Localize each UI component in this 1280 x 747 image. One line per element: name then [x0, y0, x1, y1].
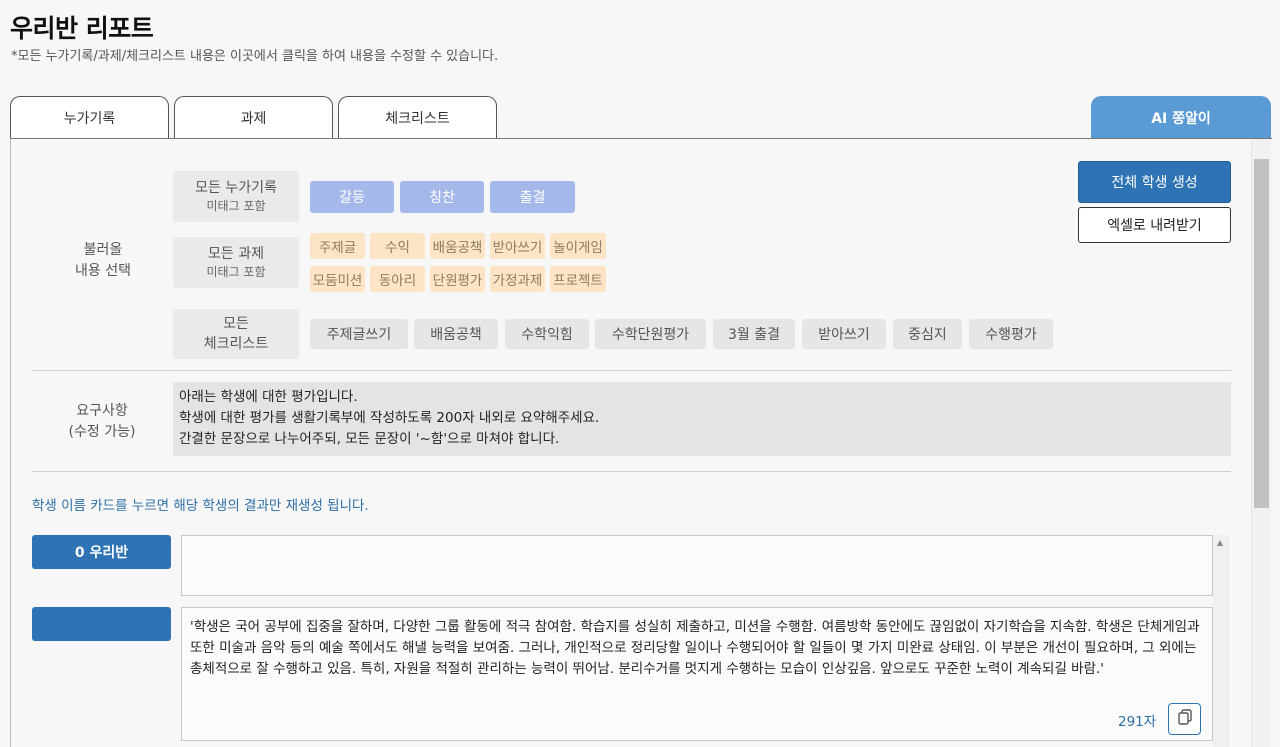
- assignment-tag[interactable]: 가정과제: [490, 266, 545, 292]
- regenerate-hint: 학생 이름 카드를 누르면 해당 학생의 결과만 재생성 됩니다.: [32, 498, 369, 514]
- tab-ai-assistant[interactable]: AI 쫑알이: [1091, 96, 1271, 139]
- tab-assignments[interactable]: 과제: [174, 96, 333, 139]
- all-records-sublabel: 미태그 포함: [206, 199, 266, 213]
- checklist-tag[interactable]: 배움공책: [414, 319, 498, 349]
- record-tag-conflict[interactable]: 갈등: [310, 181, 394, 213]
- assignment-tag[interactable]: 모둠미션: [310, 266, 365, 292]
- checklist-tag[interactable]: 받아쓰기: [802, 319, 886, 349]
- all-assignments-sublabel: 미태그 포함: [206, 265, 266, 279]
- assignment-tag[interactable]: 배움공책: [430, 233, 485, 259]
- student-card[interactable]: [32, 607, 171, 641]
- assignment-tag[interactable]: 받아쓰기: [490, 233, 545, 259]
- section-divider: [32, 370, 1231, 371]
- student-result-box[interactable]: [181, 535, 1213, 596]
- request-textarea[interactable]: 아래는 학생에 대한 평가입니다. 학생에 대한 평가를 생활기록부에 작성하도…: [173, 382, 1231, 456]
- assignment-tag[interactable]: 수익: [370, 233, 425, 259]
- all-assignments-label: 모든 과제: [208, 246, 264, 262]
- checklist-tag[interactable]: 수학단원평가: [595, 319, 706, 349]
- page-subtitle: *모든 누가기록/과제/체크리스트 내용은 이곳에서 클릭을 하여 내용을 수정…: [11, 49, 499, 64]
- record-tag-praise[interactable]: 칭찬: [400, 181, 484, 213]
- all-assignments-toggle[interactable]: 모든 과제 미태그 포함: [173, 237, 299, 288]
- all-checklists-label-line2: 체크리스트: [203, 336, 269, 352]
- checklist-tag[interactable]: 수행평가: [969, 319, 1053, 349]
- all-records-label: 모든 누가기록: [195, 180, 277, 196]
- copy-button[interactable]: [1168, 703, 1201, 735]
- assignment-tag[interactable]: 주제글: [310, 233, 365, 259]
- all-records-toggle[interactable]: 모든 누가기록 미태그 포함: [173, 171, 299, 222]
- request-line: 아래는 학생에 대한 평가입니다.: [179, 389, 358, 405]
- scrollbar-thumb[interactable]: [1254, 159, 1269, 508]
- assignment-tag[interactable]: 동아리: [370, 266, 425, 292]
- request-line: 학생에 대한 평가를 생활기록부에 작성하도록 200자 내외로 요약해주세요.: [179, 410, 600, 426]
- generate-all-button[interactable]: 전체 학생 생성: [1078, 161, 1231, 203]
- request-label-line1: 요구사항: [76, 403, 128, 419]
- all-checklists-label-line1: 모든: [223, 316, 249, 332]
- request-label-line2: (수정 가능): [68, 424, 136, 440]
- results-scrollbar[interactable]: ▲: [1213, 535, 1230, 747]
- student-result-text[interactable]: '학생은 국어 공부에 집중을 잘하며, 다양한 그룹 활동에 적극 참여함. …: [190, 617, 1205, 680]
- all-checklists-toggle[interactable]: 모든 체크리스트: [173, 309, 299, 359]
- record-tag-attendance[interactable]: 출결: [490, 181, 575, 213]
- chevron-up-icon[interactable]: ▲: [1217, 538, 1223, 547]
- download-excel-button[interactable]: 엑셀로 내려받기: [1078, 207, 1231, 243]
- checklist-tag[interactable]: 주제글쓰기: [310, 319, 408, 349]
- request-line: 간결한 문장으로 나누어주되, 모든 문장이 '~함'으로 마쳐야 합니다.: [179, 431, 560, 447]
- char-count: 291자: [1118, 714, 1157, 730]
- checklist-tag[interactable]: 3월 출결: [713, 319, 795, 349]
- request-section-label: 요구사항 (수정 가능): [54, 401, 150, 443]
- copy-icon: [1177, 709, 1192, 729]
- load-label-line1: 불러올: [83, 242, 123, 258]
- section-divider: [32, 471, 1231, 472]
- load-section-label: 불러올 내용 선택: [60, 240, 146, 282]
- page-scrollbar[interactable]: [1251, 139, 1271, 747]
- assignment-tag[interactable]: 단원평가: [430, 266, 485, 292]
- load-label-line2: 내용 선택: [75, 263, 131, 279]
- tab-records[interactable]: 누가기록: [10, 96, 169, 139]
- page-title: 우리반 리포트: [10, 14, 154, 43]
- tab-checklist[interactable]: 체크리스트: [338, 96, 497, 139]
- assignment-tag[interactable]: 놀이게임: [550, 233, 606, 259]
- student-card[interactable]: 0 우리반: [32, 535, 171, 569]
- assignment-tag[interactable]: 프로젝트: [550, 266, 606, 292]
- checklist-tag[interactable]: 수학익힘: [505, 319, 589, 349]
- checklist-tag[interactable]: 중심지: [893, 319, 962, 349]
